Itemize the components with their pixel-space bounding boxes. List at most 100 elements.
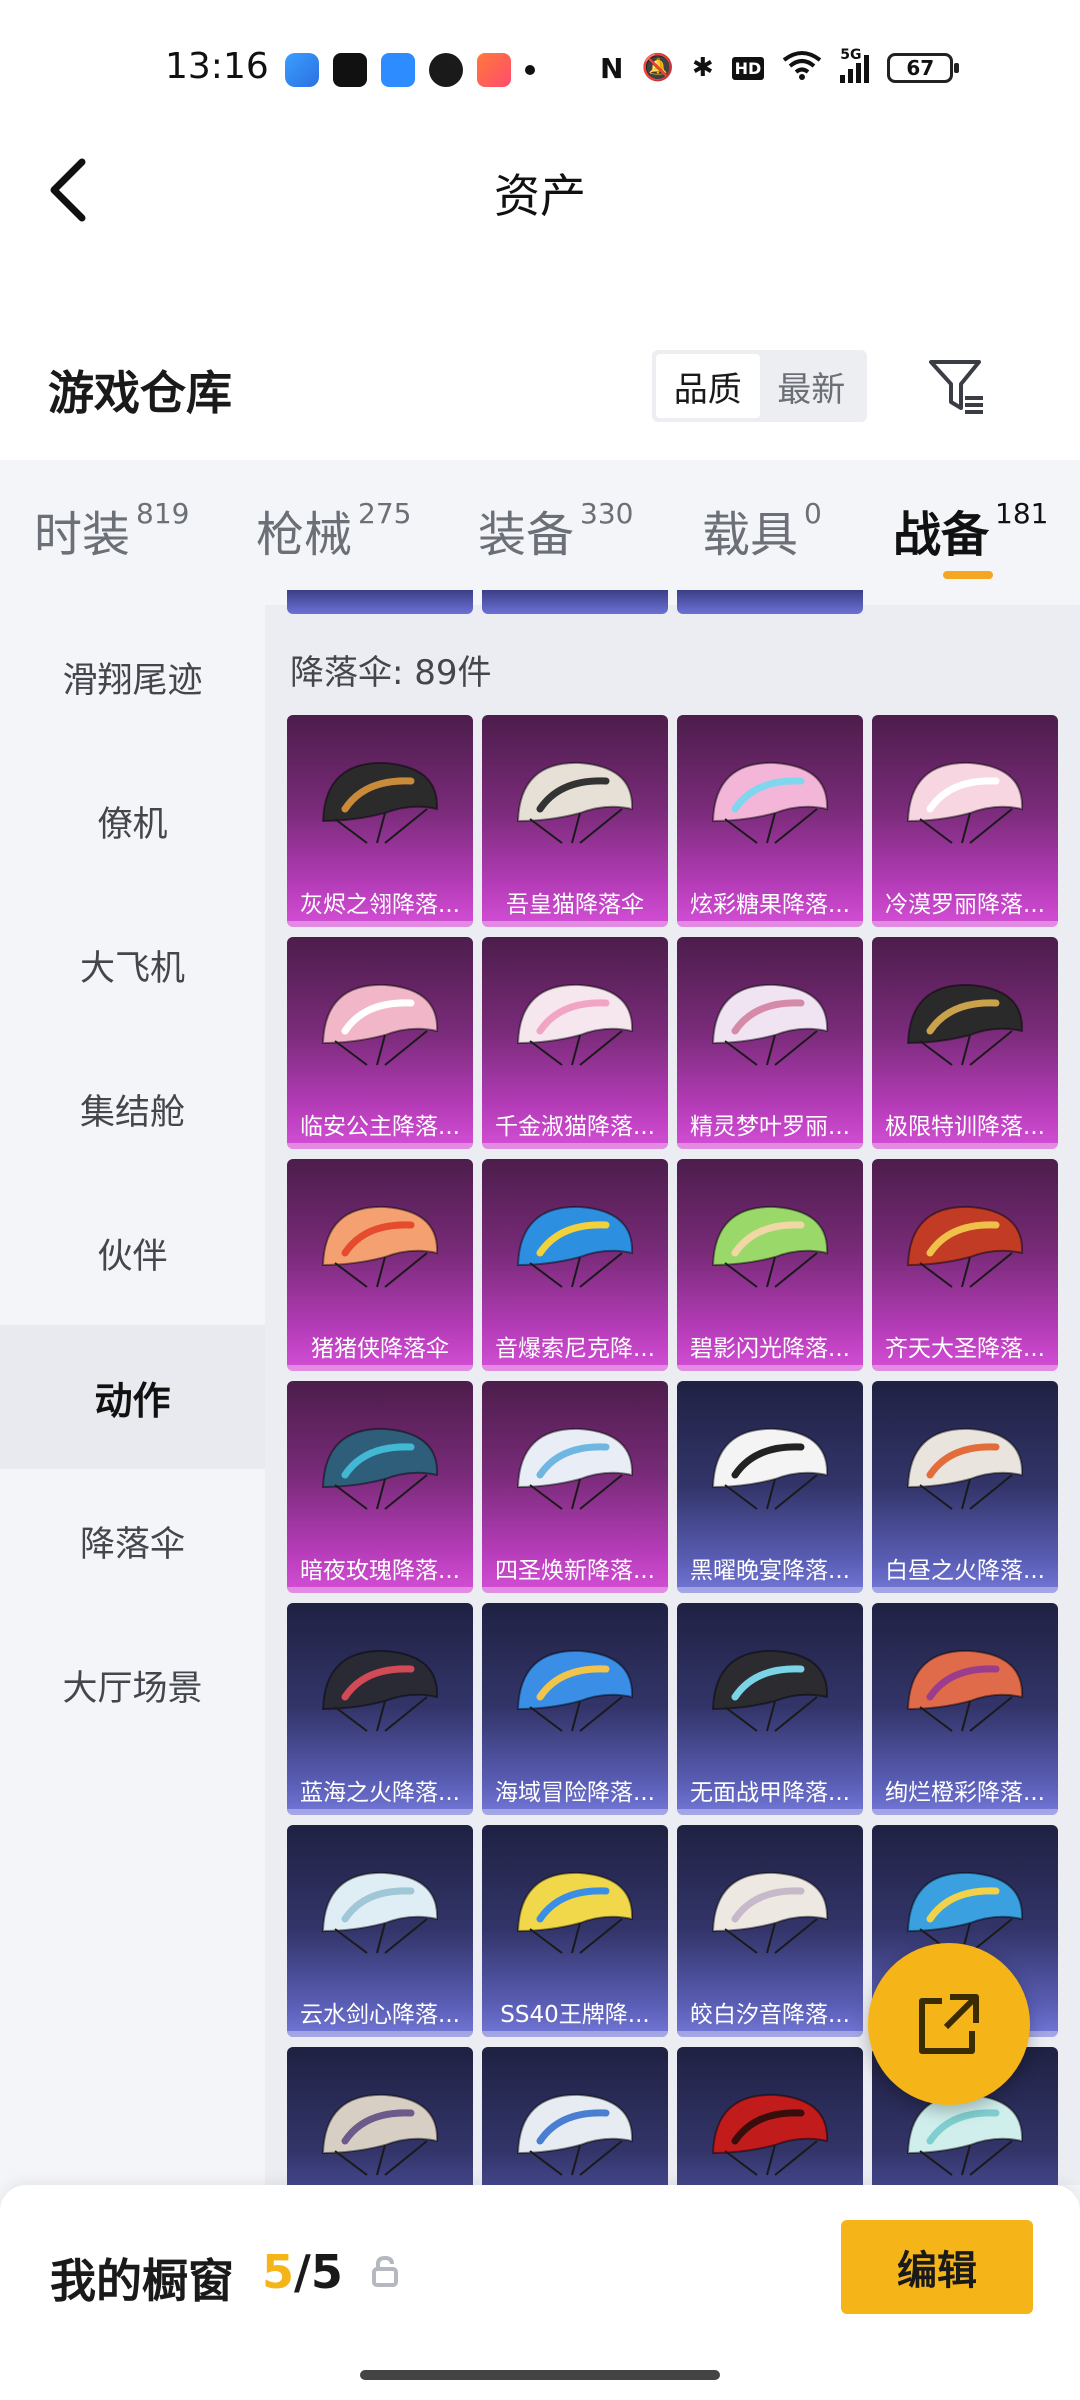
item-name: 炫彩糖果降落... bbox=[690, 892, 850, 918]
showcase-count-total: 5 bbox=[310, 2245, 343, 2299]
parachute-image bbox=[516, 761, 634, 844]
rarity-band bbox=[677, 1587, 863, 1593]
parachute-image bbox=[321, 761, 439, 844]
showcase-count: 5/5 bbox=[262, 2245, 343, 2299]
item-name: 齐天大圣降落... bbox=[885, 1336, 1045, 1362]
rarity-band bbox=[677, 921, 863, 927]
item-card[interactable]: 暗夜玫瑰降落... bbox=[287, 1381, 473, 1593]
item-name: 千金淑猫降落... bbox=[495, 1114, 655, 1140]
item-name: 灰烬之翎降落... bbox=[300, 892, 460, 918]
item-card[interactable]: 冷漠罗丽降落... bbox=[872, 715, 1058, 927]
parachute-image bbox=[711, 983, 829, 1066]
lock-icon bbox=[370, 2255, 400, 2289]
parachute-image bbox=[516, 2093, 634, 2176]
rarity-band bbox=[677, 1143, 863, 1149]
item-card[interactable]: 黑曜晚宴降落... bbox=[677, 1381, 863, 1593]
parachute-image bbox=[711, 2093, 829, 2176]
parachute-image bbox=[516, 983, 634, 1066]
rarity-band bbox=[872, 921, 1058, 927]
rarity-band bbox=[677, 1809, 863, 1815]
item-card[interactable]: 音爆索尼克降... bbox=[482, 1159, 668, 1371]
item-card[interactable]: 千金淑猫降落... bbox=[482, 937, 668, 1149]
parachute-image bbox=[711, 761, 829, 844]
item-card[interactable]: 临安公主降落... bbox=[287, 937, 473, 1149]
item-card[interactable]: 海域冒险降落... bbox=[482, 1603, 668, 1815]
showcase-label: 我的橱窗 bbox=[50, 2254, 234, 2308]
item-card[interactable]: 猪猪侠降落伞 bbox=[287, 1159, 473, 1371]
parachute-image bbox=[321, 1871, 439, 1954]
rarity-band bbox=[482, 921, 668, 927]
rarity-band bbox=[677, 1365, 863, 1371]
item-card[interactable]: 炫彩糖果降落... bbox=[677, 715, 863, 927]
item-name: 暗夜玫瑰降落... bbox=[300, 1558, 460, 1584]
item-name: SS40王牌降... bbox=[500, 2002, 650, 2028]
item-card[interactable]: 蓝海之火降落... bbox=[287, 1603, 473, 1815]
item-card[interactable]: 齐天大圣降落... bbox=[872, 1159, 1058, 1371]
rarity-band bbox=[482, 1143, 668, 1149]
item-card[interactable]: 无面战甲降落... bbox=[677, 1603, 863, 1815]
share-button[interactable] bbox=[868, 1943, 1030, 2105]
rarity-band bbox=[872, 1809, 1058, 1815]
share-icon bbox=[919, 1994, 979, 2054]
rarity-band bbox=[482, 1809, 668, 1815]
item-name: 四圣焕新降落... bbox=[495, 1558, 655, 1584]
item-card[interactable]: 极限特训降落... bbox=[872, 937, 1058, 1149]
item-card[interactable]: 灰烬之翎降落... bbox=[287, 715, 473, 927]
parachute-image bbox=[321, 983, 439, 1066]
item-card[interactable]: SS40王牌降... bbox=[482, 1825, 668, 2037]
item-card[interactable]: 绚烂橙彩降落... bbox=[872, 1603, 1058, 1815]
parachute-image bbox=[906, 761, 1024, 844]
parachute-image bbox=[516, 1427, 634, 1510]
rarity-band bbox=[287, 1143, 473, 1149]
item-card[interactable]: 精灵梦叶罗丽... bbox=[677, 937, 863, 1149]
item-card[interactable]: 白昼之火降落... bbox=[872, 1381, 1058, 1593]
item-name: 无面战甲降落... bbox=[690, 1780, 850, 1806]
parachute-image bbox=[906, 1649, 1024, 1732]
rarity-band bbox=[872, 1365, 1058, 1371]
parachute-image bbox=[321, 1205, 439, 1288]
item-name: 绚烂橙彩降落... bbox=[885, 1780, 1045, 1806]
rarity-band bbox=[482, 1365, 668, 1371]
rarity-band bbox=[287, 1809, 473, 1815]
home-indicator[interactable] bbox=[360, 2370, 720, 2380]
item-card[interactable] bbox=[677, 2047, 863, 2185]
parachute-image bbox=[321, 2093, 439, 2176]
item-name: 精灵梦叶罗丽... bbox=[690, 1114, 850, 1140]
item-card[interactable]: 吾皇猫降落伞 bbox=[482, 715, 668, 927]
edit-button[interactable]: 编辑 bbox=[841, 2220, 1033, 2314]
item-name: 海域冒险降落... bbox=[495, 1780, 655, 1806]
rarity-band bbox=[482, 2031, 668, 2037]
rarity-band bbox=[287, 2031, 473, 2037]
showcase-count-current: 5 bbox=[262, 2245, 295, 2299]
item-name: 吾皇猫降落伞 bbox=[506, 892, 644, 918]
parachute-image bbox=[711, 1205, 829, 1288]
rarity-band bbox=[287, 1587, 473, 1593]
showcase-count-separator: / bbox=[294, 2245, 311, 2299]
parachute-image bbox=[516, 1871, 634, 1954]
item-card[interactable] bbox=[482, 2047, 668, 2185]
rarity-band bbox=[287, 1365, 473, 1371]
parachute-image bbox=[321, 1427, 439, 1510]
rarity-band bbox=[482, 1587, 668, 1593]
item-name: 猪猪侠降落伞 bbox=[311, 1336, 449, 1362]
parachute-image bbox=[906, 983, 1024, 1066]
parachute-image bbox=[516, 1649, 634, 1732]
rarity-band bbox=[872, 1143, 1058, 1149]
item-name: 云水剑心降落... bbox=[300, 2002, 460, 2028]
parachute-image bbox=[516, 1205, 634, 1288]
item-card[interactable]: 碧影闪光降落... bbox=[677, 1159, 863, 1371]
parachute-image bbox=[711, 1871, 829, 1954]
parachute-image bbox=[906, 1205, 1024, 1288]
item-card[interactable] bbox=[287, 2047, 473, 2185]
item-grid: 灰烬之翎降落... 吾皇猫降落伞 炫彩糖果降落... 冷漠罗丽降落... 临安公主降落.… bbox=[0, 0, 1080, 2185]
item-name: 临安公主降落... bbox=[300, 1114, 460, 1140]
item-card[interactable]: 云水剑心降落... bbox=[287, 1825, 473, 2037]
item-card[interactable]: 皎白汐音降落... bbox=[677, 1825, 863, 2037]
parachute-image bbox=[711, 1649, 829, 1732]
rarity-band bbox=[872, 1587, 1058, 1593]
item-name: 皎白汐音降落... bbox=[690, 2002, 850, 2028]
item-name: 蓝海之火降落... bbox=[300, 1780, 460, 1806]
item-name: 极限特训降落... bbox=[885, 1114, 1045, 1140]
parachute-image bbox=[906, 1427, 1024, 1510]
item-card[interactable]: 四圣焕新降落... bbox=[482, 1381, 668, 1593]
